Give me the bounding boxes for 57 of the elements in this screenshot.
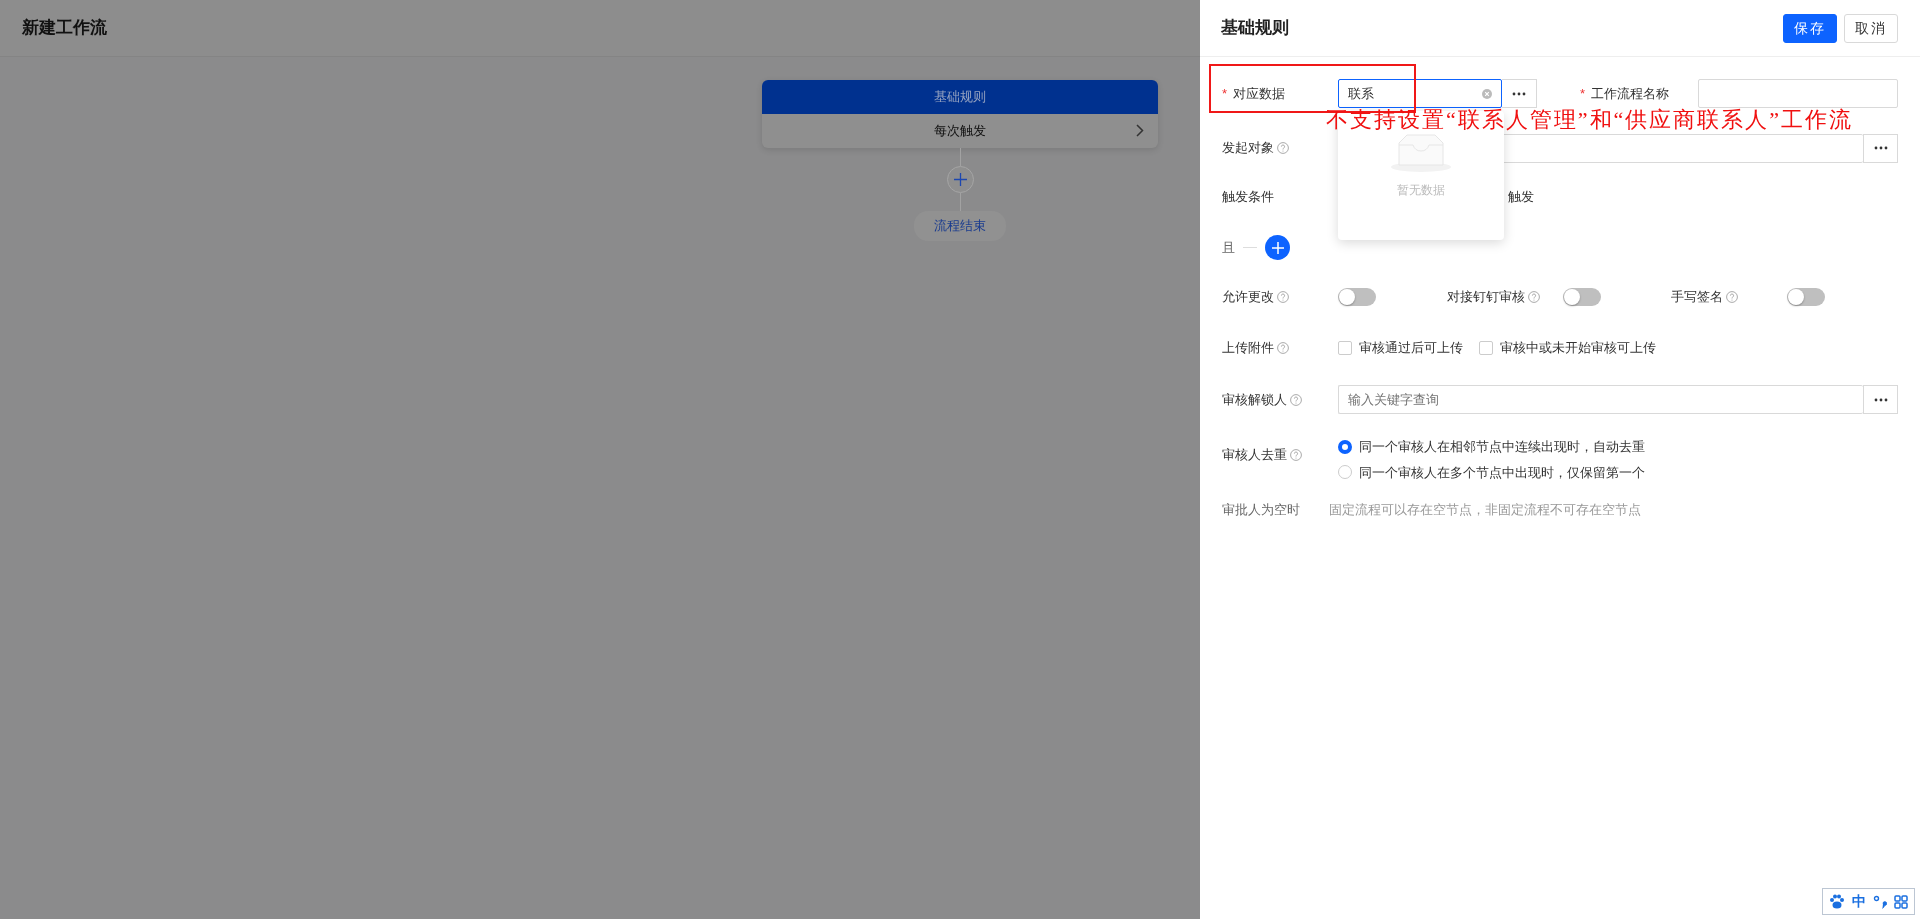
- drawer-title: 基础规则: [1221, 17, 1290, 40]
- add-node-button[interactable]: [946, 166, 974, 193]
- clear-icon[interactable]: [1482, 88, 1492, 99]
- option-label: 同一个审核人在相邻节点中连续出现时，自动去重: [1359, 438, 1645, 456]
- flow-node[interactable]: 基础规则 每次触发: [762, 80, 1158, 148]
- field-label: 触发条件: [1222, 188, 1274, 207]
- more-icon: [1873, 397, 1888, 402]
- checkbox[interactable]: [1338, 341, 1352, 355]
- radio-button[interactable]: [1338, 439, 1352, 454]
- search-field[interactable]: 输入关键字查询: [1338, 385, 1863, 414]
- field-label: 审核解锁人: [1222, 390, 1287, 409]
- field-label: 审批人为空时: [1222, 501, 1300, 520]
- more-button[interactable]: [1502, 79, 1537, 108]
- toggle-switch[interactable]: [1338, 288, 1376, 306]
- option-label: 审核中或未开始审核可上传: [1500, 339, 1656, 358]
- field-label: 对应数据: [1233, 84, 1286, 103]
- more-icon: [1512, 91, 1526, 96]
- field-label: 审核人去重: [1222, 446, 1287, 464]
- end-node: 流程结束: [914, 211, 1006, 241]
- toggle-switch[interactable]: [1562, 288, 1601, 306]
- required-mark: *: [1222, 84, 1228, 103]
- field-label: 发起对象: [1222, 139, 1274, 158]
- required-mark: *: [1580, 84, 1586, 103]
- field-label: 对接钉钉审核: [1446, 288, 1525, 307]
- annotation-text: 不支持设置“联系人管理”和“供应商联系人”工作流: [1326, 109, 1854, 131]
- checkbox[interactable]: [1479, 341, 1493, 355]
- option-label: 同一个审核人在多个节点中出现时，仅保留第一个: [1359, 463, 1645, 482]
- ime-mode[interactable]: 中: [1852, 891, 1866, 912]
- select-value: 联系: [1348, 84, 1374, 103]
- field-label: 手写签名: [1671, 288, 1724, 307]
- grid-icon[interactable]: [1894, 894, 1908, 909]
- toggle-switch[interactable]: [1787, 288, 1826, 306]
- paw-icon[interactable]: [1829, 894, 1845, 909]
- node-title: 基础规则: [934, 88, 986, 107]
- page-title: 新建工作流: [22, 17, 107, 40]
- field-label: 上传附件: [1222, 339, 1274, 358]
- punctuation-icon[interactable]: [1873, 894, 1887, 909]
- plus-icon: [953, 173, 967, 186]
- name-input[interactable]: [1698, 79, 1898, 108]
- empty-text: 暂无数据: [1397, 182, 1445, 199]
- field-label: 工作流程名称: [1591, 84, 1670, 103]
- plus-icon: [1271, 241, 1284, 254]
- field-label: 允许更改: [1222, 288, 1274, 307]
- cancel-button[interactable]: 取消: [1844, 13, 1898, 43]
- chevron-right-icon: [1136, 124, 1144, 137]
- trigger-value: 触发: [1508, 188, 1534, 207]
- hint-text: 固定流程可以存在空节点，非固定流程不可存在空节点: [1329, 501, 1641, 520]
- node-trigger: 每次触发: [934, 122, 986, 141]
- more-button[interactable]: [1863, 385, 1898, 414]
- connector-label: 且: [1222, 238, 1235, 257]
- empty-box-icon: [1389, 133, 1453, 173]
- more-icon: [1873, 146, 1888, 150]
- more-button[interactable]: [1863, 133, 1898, 163]
- option-label: 审核通过后可上传: [1359, 339, 1463, 358]
- data-select[interactable]: 联系: [1338, 79, 1502, 108]
- add-condition-button[interactable]: [1265, 235, 1290, 260]
- save-button[interactable]: 保存: [1783, 13, 1837, 43]
